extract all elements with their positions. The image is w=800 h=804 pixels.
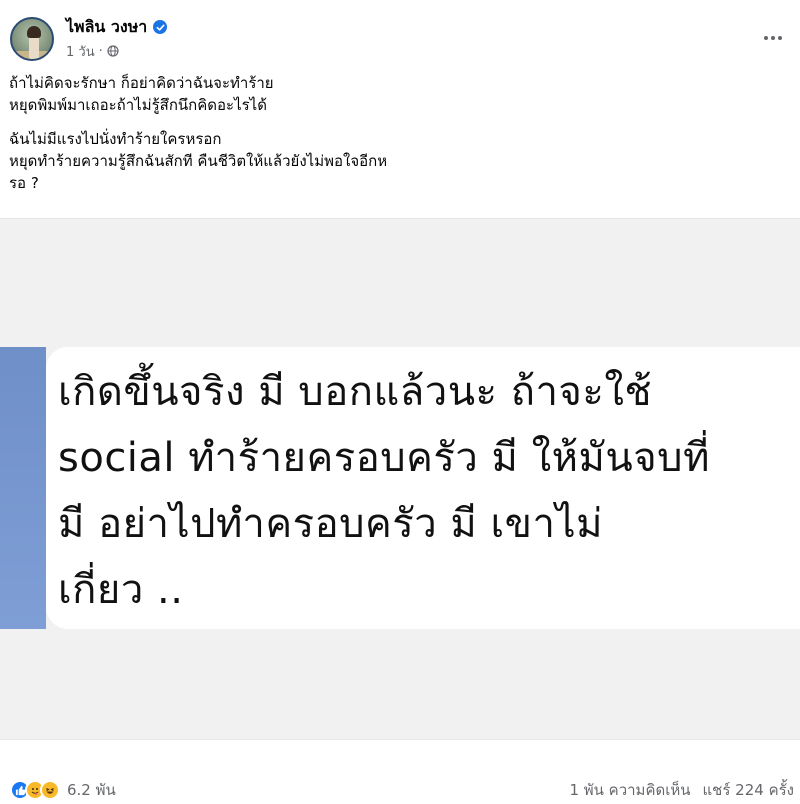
haha-reaction-icon	[40, 780, 60, 800]
engagement-stats: 1 พัน ความคิดเห็น แชร์ 224 ครั้ง	[569, 778, 794, 802]
author-name-row: ไพลิน วงษา	[66, 15, 168, 40]
post-footer: 6.2 พัน 1 พัน ความคิดเห็น แชร์ 224 ครั้ง	[0, 768, 800, 804]
more-dot	[771, 36, 775, 40]
post-caption: ถ้าไม่คิดจะรักษา ก็อย่าคิดว่าฉันจะทำร้าย…	[9, 72, 789, 206]
facebook-post: ไพลิน วงษา 1 วัน · ถ้าไม่คิดจะรักษา ก็อย…	[0, 0, 800, 804]
reaction-count: 6.2 พัน	[67, 781, 116, 799]
verified-badge-icon	[153, 20, 168, 34]
image-quote-text: เกิดขึ้นจริง มี บอกแล้วนะ ถ้าจะใช้ socia…	[58, 369, 710, 613]
more-dot	[778, 36, 782, 40]
reactions-summary[interactable]: 6.2 พัน	[10, 778, 116, 802]
author-avatar[interactable]	[10, 17, 54, 61]
caption-paragraph: ฉันไม่มีแรงไปนั่งทำร้ายใครหรอก หยุดทำร้า…	[9, 130, 388, 192]
globe-icon[interactable]	[107, 45, 119, 57]
post-timestamp[interactable]: 1 วัน	[66, 41, 95, 62]
author-name[interactable]: ไพลิน วงษา	[66, 15, 147, 40]
caption-paragraph: ถ้าไม่คิดจะรักษา ก็อย่าคิดว่าฉันจะทำร้าย…	[9, 74, 274, 114]
post-image[interactable]: เกิดขึ้นจริง มี บอกแล้วนะ ถ้าจะใช้ socia…	[0, 218, 800, 740]
comments-count-link[interactable]: 1 พัน ความคิดเห็น	[569, 778, 690, 802]
avatar-hair	[27, 26, 41, 38]
post-meta: 1 วัน ·	[66, 42, 119, 60]
more-options-icon[interactable]	[758, 26, 788, 50]
meta-separator: ·	[98, 43, 103, 59]
shares-count-link[interactable]: แชร์ 224 ครั้ง	[703, 778, 795, 802]
post-header: ไพลิน วงษา 1 วัน ·	[0, 0, 800, 66]
quote-accent-bar	[0, 347, 46, 629]
more-dot	[764, 36, 768, 40]
